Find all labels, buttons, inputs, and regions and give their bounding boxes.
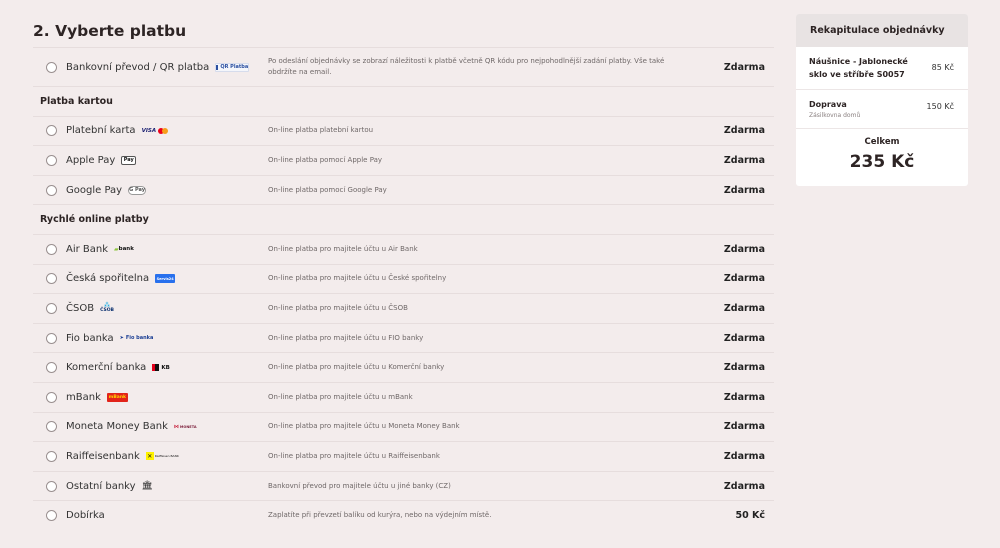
- option-price: Zdarma: [723, 332, 765, 344]
- option-desc: On-line platba pro majitele účtu u FIO b…: [268, 333, 424, 342]
- payment-option-card[interactable]: Platební karta VISA On-line platba plate…: [33, 115, 774, 146]
- payment-option-raiffeisen[interactable]: Raiffeisenbank ✕ Raiffeisen BANK On-line…: [33, 441, 774, 471]
- google-pay-icon: G Pay: [128, 185, 147, 195]
- payment-heading: 2. Vyberte platbu: [33, 22, 187, 40]
- summary-title: Rekapitulace objednávky: [796, 14, 968, 47]
- mbank-icon: mBank: [106, 392, 128, 402]
- option-label: Dobírka: [66, 510, 105, 522]
- total-value: 235 Kč: [849, 152, 915, 172]
- option-desc: On-line platba pro majitele účtu u Raiff…: [268, 451, 440, 460]
- option-desc: On-line platba pomocí Apple Pay: [268, 155, 383, 164]
- option-price: Zdarma: [723, 154, 765, 166]
- bank-building-icon: 🏛: [141, 481, 153, 492]
- apple-pay-icon: Pay: [121, 155, 137, 165]
- shipping-price: 150 Kč: [926, 102, 954, 111]
- option-price: Zdarma: [723, 184, 765, 196]
- radio-qr[interactable]: [46, 61, 57, 73]
- radio-apple-pay[interactable]: [46, 154, 57, 166]
- option-desc: On-line platba platební kartou: [268, 126, 374, 135]
- payment-option-fio[interactable]: Fio banka ➤ Fio banka On-line platba pro …: [33, 322, 774, 353]
- option-desc: On-line platba pro majitele účtu u České…: [268, 274, 447, 283]
- option-price: Zdarma: [723, 421, 765, 433]
- payment-option-cod[interactable]: Dobírka Zaplatíte při převzetí balíku od…: [33, 500, 774, 530]
- option-desc: On-line platba pomocí Google Pay: [268, 185, 387, 194]
- summary-total: Celkem 235 Kč: [796, 129, 968, 172]
- raiffeisen-icon: ✕ Raiffeisen BANK: [145, 452, 179, 461]
- option-price: Zdarma: [723, 480, 765, 492]
- section-quick: Rychlé online platby: [33, 204, 774, 234]
- kb-icon: KB: [152, 364, 170, 372]
- option-desc: On-line platba pro majitele účtu u Air B…: [268, 244, 418, 253]
- option-desc: Bankovní převod pro majitele účtu u jiné…: [268, 481, 451, 490]
- option-price: Zdarma: [723, 391, 765, 403]
- product-name: Náušnice - Jablonecké sklo ve stříbře S0…: [809, 57, 908, 79]
- option-price: Zdarma: [723, 243, 765, 255]
- payment-option-google-pay[interactable]: Google Pay G Pay On-line platba pomocí G…: [33, 174, 774, 205]
- option-label: Česká spořitelna: [66, 273, 150, 285]
- radio-fio[interactable]: [46, 332, 57, 344]
- summary-product: Náušnice - Jablonecké sklo ve stříbře S0…: [796, 47, 968, 90]
- option-price: Zdarma: [723, 450, 765, 462]
- qr-platba-icon: QR Platba: [215, 62, 250, 72]
- payment-option-csob[interactable]: ČSOB ⁂ ČSOB On-line platba pro majitele …: [33, 293, 774, 323]
- option-label: Air Bank: [66, 243, 109, 255]
- order-summary: Rekapitulace objednávky Náušnice - Jablo…: [796, 14, 968, 186]
- radio-other-banks[interactable]: [46, 480, 57, 492]
- radio-cod[interactable]: [46, 510, 57, 522]
- option-label: Bankovní převod / QR platba: [66, 61, 210, 73]
- option-label: Platební karta: [66, 125, 136, 137]
- radio-csob[interactable]: [46, 302, 57, 314]
- option-desc: On-line platba pro majitele účtu u ČSOB: [268, 303, 408, 312]
- payment-section: 2. Vyberte platbu Bankovní převod / QR p…: [33, 18, 774, 530]
- section-card: Platba kartou: [33, 86, 774, 116]
- csob-icon: ⁂ ČSOB: [100, 302, 114, 314]
- shipping-label: Doprava: [809, 100, 847, 109]
- payment-option-moneta[interactable]: Moneta Money Bank ⋈ MONETA On-line platba…: [33, 411, 774, 442]
- option-label: Komerční banka: [66, 362, 147, 374]
- option-price: Zdarma: [723, 302, 765, 314]
- air-bank-icon: ▰ bank: [114, 245, 134, 253]
- option-desc: Zaplatíte při převzetí balíku od kurýra,…: [268, 511, 492, 520]
- servis24-icon: Servis24: [155, 274, 176, 284]
- option-price: Zdarma: [723, 273, 765, 285]
- option-price: Zdarma: [723, 61, 765, 73]
- option-price: 50 Kč: [735, 510, 765, 522]
- radio-ceska-sporitelna[interactable]: [46, 273, 57, 285]
- radio-card[interactable]: [46, 125, 57, 137]
- shipping-method: Zásilkovna domů: [809, 112, 861, 119]
- radio-moneta[interactable]: [46, 421, 57, 433]
- option-price: Zdarma: [723, 362, 765, 374]
- radio-raiffeisen[interactable]: [46, 450, 57, 462]
- payment-option-ceska-sporitelna[interactable]: Česká spořitelna Servis24 On-line platba…: [33, 263, 774, 294]
- option-desc: On-line platba pro majitele účtu u Komer…: [268, 363, 445, 372]
- option-desc: On-line platba pro majitele účtu u Monet…: [268, 422, 460, 431]
- radio-kb[interactable]: [46, 362, 57, 374]
- radio-google-pay[interactable]: [46, 184, 57, 196]
- option-label: Apple Pay: [66, 154, 116, 166]
- payment-option-air-bank[interactable]: Air Bank ▰ bank On-line platba pro majite…: [33, 233, 774, 264]
- payment-option-kb[interactable]: Komerční banka KB On-line platba pro maj…: [33, 352, 774, 382]
- visa-mastercard-icon: VISA: [142, 127, 169, 134]
- payment-option-qr[interactable]: Bankovní převod / QR platba QR Platba Po…: [33, 47, 774, 86]
- payment-option-other-banks[interactable]: Ostatní banky 🏛 Bankovní převod pro maji…: [33, 470, 774, 501]
- radio-mbank[interactable]: [46, 391, 57, 403]
- option-label: Ostatní banky: [66, 480, 136, 492]
- payment-option-apple-pay[interactable]: Apple Pay Pay On-line platba pomocí Appl…: [33, 145, 774, 175]
- option-price: Zdarma: [723, 125, 765, 137]
- option-label: Raiffeisenbank: [66, 450, 140, 462]
- option-label: Moneta Money Bank: [66, 421, 168, 433]
- option-label: Google Pay: [66, 184, 123, 196]
- total-label: Celkem: [864, 137, 900, 147]
- option-label: mBank: [66, 391, 101, 403]
- fio-banka-icon: ➤ Fio banka: [119, 335, 154, 342]
- option-label: ČSOB: [66, 302, 95, 314]
- product-price: 85 Kč: [931, 63, 954, 72]
- option-label: Fio banka: [66, 332, 114, 344]
- radio-air-bank[interactable]: [46, 243, 57, 255]
- payment-option-mbank[interactable]: mBank mBank On-line platba pro majitele …: [33, 381, 774, 412]
- summary-shipping: Doprava Zásilkovna domů 150 Kč: [796, 90, 968, 129]
- moneta-icon: ⋈ MONETA: [173, 423, 197, 430]
- option-desc: Po odeslání objednávky se zobrazí náleži…: [268, 57, 665, 76]
- option-desc: On-line platba pro majitele účtu u mBank: [268, 392, 413, 401]
